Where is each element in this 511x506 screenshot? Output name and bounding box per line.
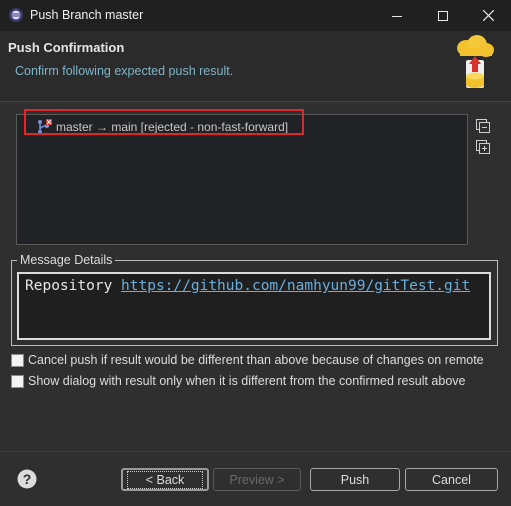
show-dialog-checkbox[interactable] <box>11 374 24 388</box>
back-button[interactable]: < Back <box>121 468 209 491</box>
cancel-push-label[interactable]: Cancel push if result would be different… <box>28 353 484 367</box>
minimize-button[interactable] <box>374 0 420 31</box>
cancel-push-checkbox[interactable] <box>11 353 24 367</box>
repository-url-link[interactable]: https://github.com/namhyun99/gitTest.git <box>121 278 470 294</box>
push-button-label: Push <box>340 472 370 487</box>
message-details-label: Message Details <box>17 253 116 267</box>
window-title: Push Branch master <box>30 8 144 22</box>
header-separator <box>0 101 511 102</box>
help-icon[interactable]: ? <box>17 469 37 489</box>
expand-all-icon[interactable] <box>475 139 491 155</box>
back-button-label: < Back <box>126 470 204 489</box>
minimize-icon <box>392 15 402 17</box>
maximize-button[interactable] <box>420 0 466 31</box>
message-details-text[interactable]: Repository https://github.com/namhyun99/… <box>17 272 491 340</box>
close-icon <box>482 10 494 21</box>
cancel-button[interactable]: Cancel <box>405 468 498 491</box>
collapse-all-icon[interactable] <box>475 118 491 134</box>
show-dialog-option[interactable]: Show dialog with result only when it is … <box>11 374 466 388</box>
page-subtitle: Confirm following expected push result. <box>15 64 234 78</box>
title-bar: Push Branch master <box>0 0 511 31</box>
show-dialog-label[interactable]: Show dialog with result only when it is … <box>28 374 466 388</box>
message-content: Repository https://github.com/namhyun99/… <box>25 278 470 294</box>
wizard-header: Push Confirmation Confirm following expe… <box>0 31 511 101</box>
repository-prefix: Repository <box>25 278 122 294</box>
push-button[interactable]: Push <box>310 468 400 491</box>
eclipse-app-icon <box>9 8 23 22</box>
footer-separator <box>0 451 511 452</box>
svg-text:?: ? <box>23 471 32 487</box>
rejected-highlight-box <box>24 109 304 135</box>
push-to-cloud-icon <box>457 35 494 88</box>
preview-button-label: Preview > <box>229 472 285 487</box>
cancel-push-option[interactable]: Cancel push if result would be different… <box>11 353 484 367</box>
page-title: Push Confirmation <box>8 40 125 55</box>
close-button[interactable] <box>465 0 511 31</box>
maximize-icon <box>438 10 448 21</box>
preview-button[interactable]: Preview > <box>213 468 301 491</box>
cancel-button-label: Cancel <box>432 472 471 487</box>
